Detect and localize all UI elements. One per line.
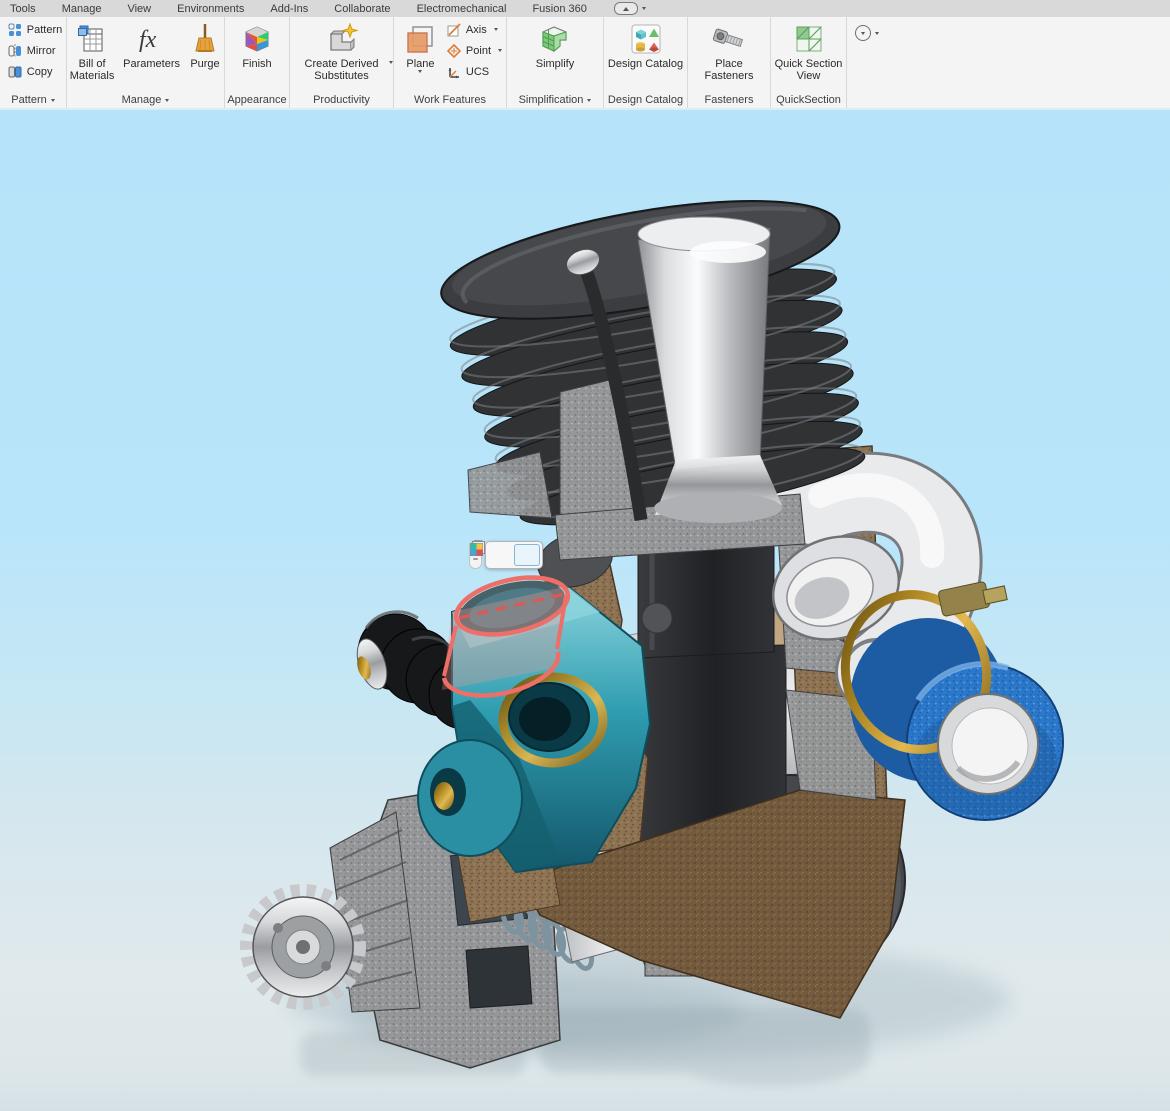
section-square-icon [792,21,826,57]
pattern-button[interactable]: Pattern [4,19,66,40]
minimize-ribbon-icon [614,2,638,15]
menu-item-environments[interactable]: Environments [164,3,257,15]
quick-section-view-button[interactable]: Quick Section View [771,19,846,84]
ribbon-group-appearance: Finish Appearance [225,17,290,108]
quicksection-group-footer: QuickSection [771,92,846,108]
design-catalog-button[interactable]: Design Catalog [605,19,687,72]
bolt-icon [712,21,746,57]
engine-model[interactable] [0,110,1170,1111]
mirror-button[interactable]: Mirror [4,40,60,61]
ribbon-group-design-catalog: Design Catalog Design Catalog [604,17,688,108]
mini-toolbar [469,540,543,569]
bom-table-icon [75,21,109,57]
work-features-group-footer: Work Features [394,92,506,108]
minimize-ribbon-button[interactable] [614,2,646,15]
viewport-canvas[interactable] [0,110,1170,1111]
chevron-down-icon [51,99,55,102]
chevron-down-icon [642,7,646,10]
axis-button[interactable]: Axis [443,19,502,40]
catalog-shapes-icon [629,21,663,57]
ribbon-overflow-button[interactable] [855,25,879,41]
copy-icon [8,65,22,79]
application-window: Tools Manage View Environments Add-Ins C… [0,0,1170,1111]
ribbon-group-quicksection: Quick Section View QuickSection [771,17,847,108]
create-derived-substitutes-button[interactable]: Create Derived Substitutes [292,19,392,84]
ribbon-group-productivity: Create Derived Substitutes Productivity [290,17,394,108]
point-button[interactable]: Point [443,40,506,61]
green-cube-icon [538,21,572,57]
ribbon-group-pattern: Pattern Mirror Copy [0,17,67,108]
menu-item-view[interactable]: View [114,3,164,15]
fx-icon: fx [135,21,169,57]
appearance-group-footer: Appearance [225,92,289,108]
chevron-down-icon [165,99,169,102]
mirror-icon [8,44,22,58]
chevron-down-icon[interactable] [418,70,422,73]
derived-block-star-icon [325,21,359,57]
ribbon-group-fasteners: Place Fasteners Fasteners [688,17,771,108]
design-catalog-group-footer: Design Catalog [604,92,687,108]
chevron-down-icon [587,99,591,102]
bill-of-materials-button[interactable]: Bill of Materials [67,19,117,84]
chevron-down-icon[interactable] [498,49,502,52]
point-icon [447,44,461,58]
ucs-icon [447,65,461,79]
color-cube-icon [240,21,274,57]
derived-component-button[interactable] [488,544,514,566]
simplify-button[interactable]: Simplify [518,19,592,72]
ribbon-overflow-icon [855,25,871,41]
purge-button[interactable]: Purge [186,19,224,72]
ucs-button[interactable]: UCS [443,61,493,82]
menu-item-collaborate[interactable]: Collaborate [321,3,403,15]
menu-item-fusion360[interactable]: Fusion 360 [519,3,599,15]
place-fasteners-button[interactable]: Place Fasteners [695,19,763,84]
copy-button[interactable]: Copy [4,61,57,82]
parameters-button[interactable]: fx Parameters [121,19,182,72]
ribbon: Pattern Mirror Copy [0,17,1170,108]
chevron-down-icon [875,32,879,35]
menu-bar: Tools Manage View Environments Add-Ins C… [0,0,1170,18]
menu-item-electromechanical[interactable]: Electromechanical [404,3,520,15]
menu-item-tools[interactable]: Tools [0,3,49,15]
simplification-group-footer[interactable]: Simplification [507,92,603,108]
productivity-group-footer: Productivity [290,92,393,108]
axis-icon [447,23,461,37]
chevron-down-icon[interactable] [494,28,498,31]
svg-text:fx: fx [139,27,157,53]
plane-icon [403,21,437,57]
menu-item-manage[interactable]: Manage [49,3,115,15]
appearance-icon [469,540,486,556]
broom-icon [188,21,222,57]
pattern-grid-icon [8,23,22,37]
chevron-down-icon[interactable] [389,61,393,64]
fasteners-group-footer: Fasteners [688,92,770,108]
menu-item-addins[interactable]: Add-Ins [257,3,321,15]
ribbon-group-manage: Bill of Materials fx Parameters [67,17,225,108]
ribbon-group-work-features: Plane Axis [394,17,507,108]
manage-group-footer[interactable]: Manage [67,92,224,108]
finish-button[interactable]: Finish [226,19,288,72]
pattern-group-footer[interactable]: Pattern [0,92,66,108]
ribbon-group-simplification: Simplify Simplification [507,17,604,108]
appearance-button[interactable] [514,544,540,566]
plane-button[interactable]: Plane [400,19,441,75]
